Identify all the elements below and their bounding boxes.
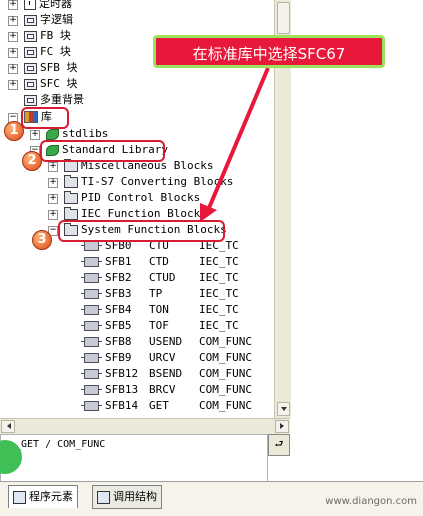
callout-box: 在标准库中选择SFC67: [153, 35, 385, 68]
step-badge-3: 3: [32, 230, 52, 250]
step-badge-1: 1: [4, 121, 24, 141]
annotation-arrow: [200, 67, 270, 222]
step-badge-2: 2: [22, 151, 42, 171]
